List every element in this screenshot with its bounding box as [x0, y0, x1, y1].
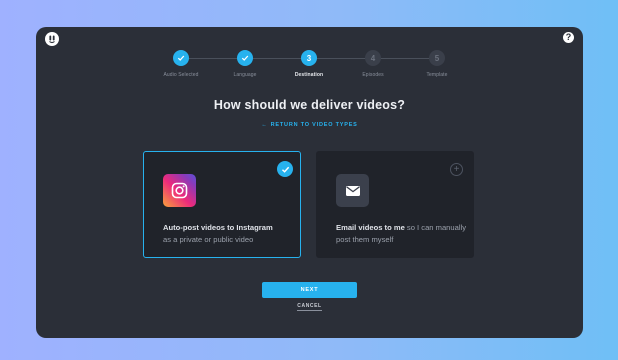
step-label: Audio Selected: [163, 72, 199, 78]
step-label: Language: [233, 72, 257, 78]
step-label: Template: [426, 72, 448, 78]
check-icon: [237, 50, 253, 66]
step-destination: 3 Destination: [277, 50, 341, 78]
logo-icon: [49, 35, 55, 44]
step-label: Episodes: [362, 72, 384, 78]
selected-check-icon: [277, 161, 293, 177]
step-episodes: 4 Episodes: [341, 50, 405, 78]
app-logo: [45, 32, 59, 46]
select-plus-icon: +: [450, 163, 463, 176]
return-to-video-types-link[interactable]: ← RETURN TO VIDEO TYPES: [36, 122, 583, 128]
cancel-label: CANCEL: [297, 303, 322, 311]
option-description: Auto-post videos to Instagram as a priva…: [163, 222, 298, 246]
page-title: How should we deliver videos?: [213, 98, 406, 112]
step-language[interactable]: Language: [213, 50, 277, 78]
delivery-modal: ? Audio Selected Language 3 Destination …: [36, 27, 583, 338]
envelope-icon: [336, 174, 369, 207]
step-audio-selected[interactable]: Audio Selected: [149, 50, 213, 78]
option-instagram-card[interactable]: Auto-post videos to Instagram as a priva…: [143, 151, 301, 258]
check-icon: [173, 50, 189, 66]
step-number: 5: [429, 50, 445, 66]
option-title: Auto-post videos to Instagram: [163, 223, 273, 232]
arrow-left-icon: ←: [261, 122, 268, 128]
cancel-link[interactable]: CANCEL: [36, 303, 583, 311]
option-subtitle: as a private or public video: [163, 235, 254, 244]
back-link-label: RETURN TO VIDEO TYPES: [270, 122, 358, 128]
step-number: 4: [365, 50, 381, 66]
option-email-card[interactable]: + Email videos to me so I can manually p…: [316, 151, 474, 258]
option-description: Email videos to me so I can manually pos…: [336, 222, 471, 246]
help-icon[interactable]: ?: [563, 32, 574, 43]
step-label: Destination: [294, 72, 324, 78]
next-button[interactable]: NEXT: [262, 282, 357, 298]
option-title: Email videos to me: [336, 223, 405, 232]
instagram-icon: [163, 174, 196, 207]
progress-stepper: Audio Selected Language 3 Destination 4 …: [36, 50, 583, 80]
step-template: 5 Template: [405, 50, 469, 78]
step-number: 3: [301, 50, 317, 66]
